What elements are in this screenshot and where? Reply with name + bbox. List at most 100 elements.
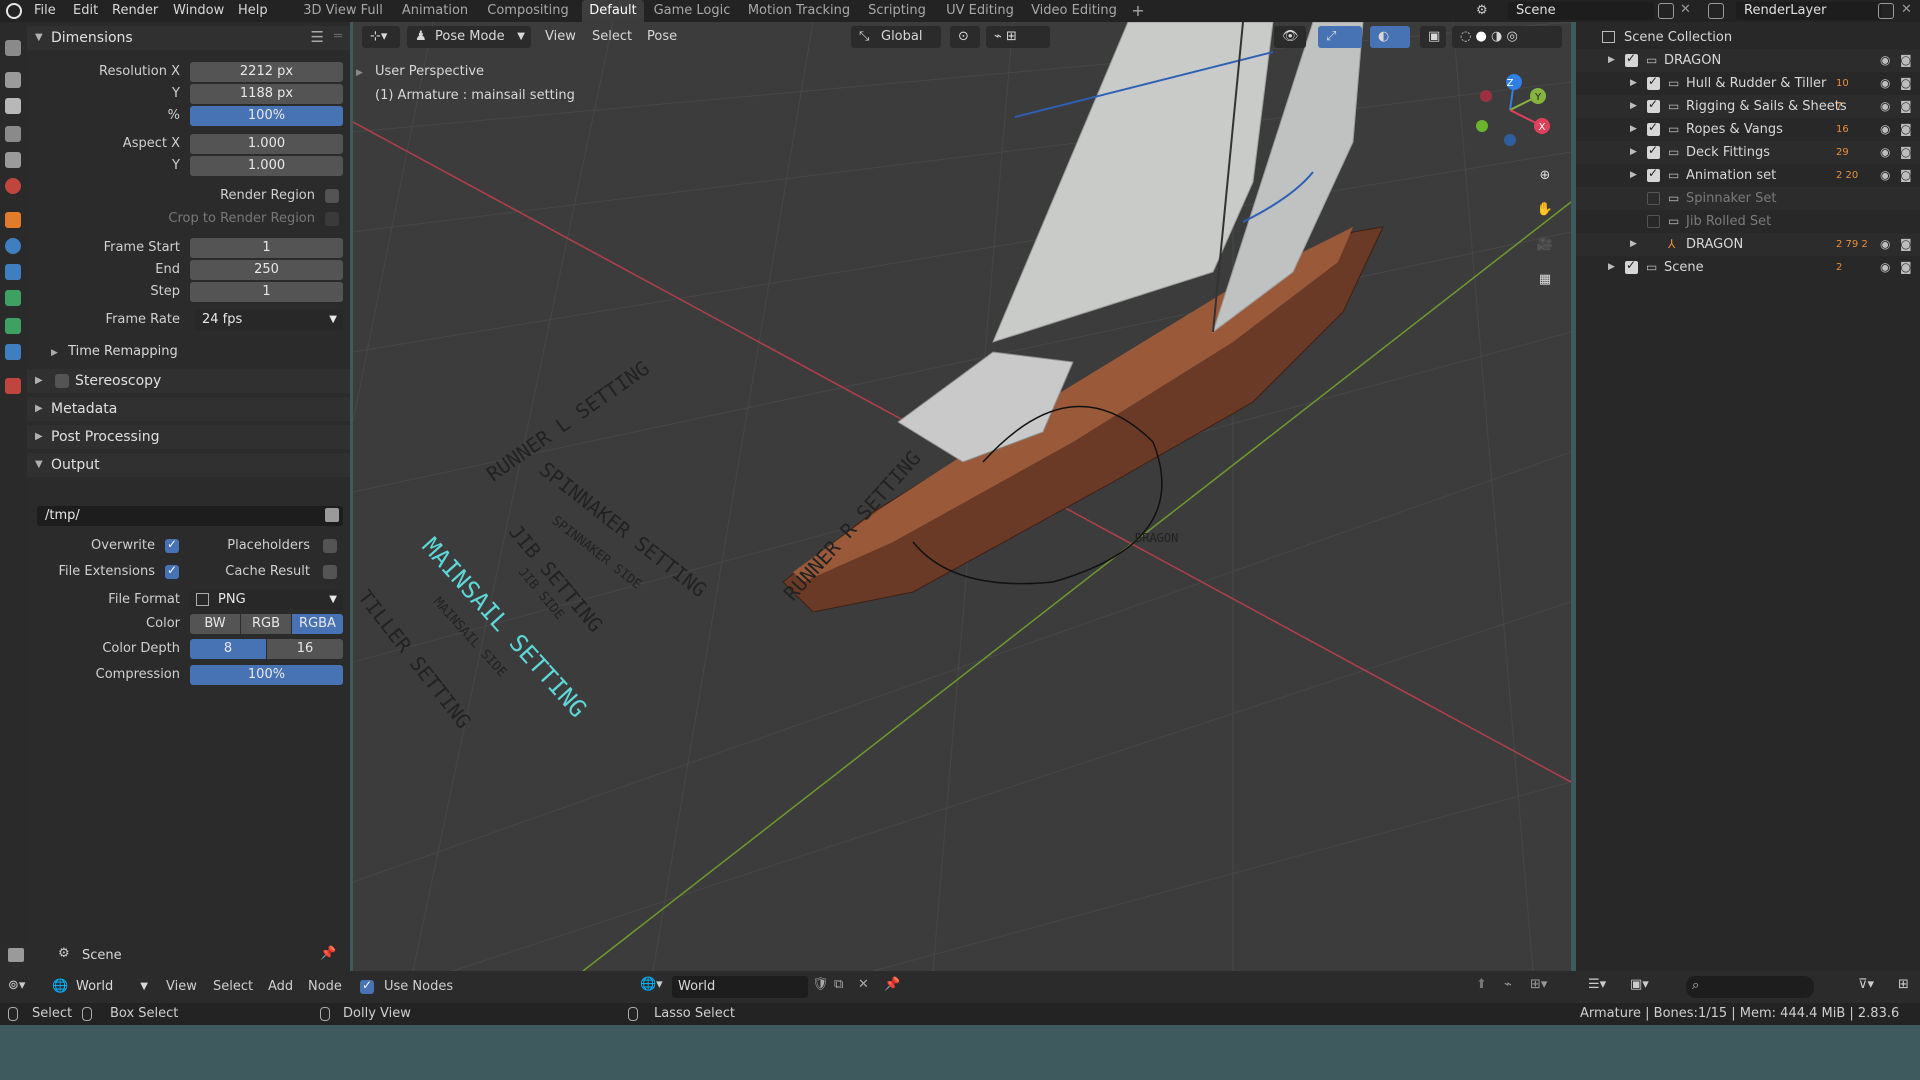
expand-icon[interactable]: ▶ <box>1630 233 1637 256</box>
render-camera-icon[interactable]: ◙ <box>1900 256 1912 279</box>
stereoscopy-header[interactable]: ▶ Stereoscopy <box>27 369 350 393</box>
render-camera-icon[interactable]: ◙ <box>1900 233 1912 256</box>
duplicate-icon[interactable]: ⧉ <box>834 977 843 992</box>
delete-scene-icon[interactable]: ✕ <box>1680 2 1691 17</box>
view-layer-icon[interactable] <box>1708 3 1724 19</box>
file-format-dropdown[interactable]: PNG ▼ <box>190 590 343 610</box>
outliner-search-input[interactable]: ⌕ <box>1686 976 1814 998</box>
xray-button[interactable]: ▣ <box>1420 26 1446 48</box>
node-menu-select[interactable]: Select <box>213 976 253 998</box>
color-depth-16-button[interactable]: 16 <box>267 639 343 659</box>
tab-scripting[interactable]: Scripting <box>862 0 932 22</box>
solid-shading-icon[interactable]: ● <box>1475 29 1486 44</box>
fake-user-icon[interactable]: 🛡 <box>812 977 829 992</box>
exclude-checkbox[interactable] <box>1647 215 1660 228</box>
presets-icon[interactable]: ☰ <box>311 28 324 46</box>
new-scene-icon[interactable] <box>1658 3 1674 19</box>
render-region-checkbox[interactable] <box>325 189 339 203</box>
armature-data-icon[interactable] <box>5 290 21 306</box>
node-menu-node[interactable]: Node <box>308 976 342 998</box>
camera-icon[interactable]: 🎥 <box>1532 232 1558 258</box>
outliner-row[interactable]: ▶ ▭ DRAGON ◉ ◙ <box>1576 49 1920 72</box>
expand-icon[interactable]: ▶ <box>1630 164 1637 187</box>
scene-selector[interactable]: Scene <box>1508 2 1654 20</box>
use-nodes-checkbox[interactable] <box>360 978 374 994</box>
exclude-checkbox[interactable] <box>1647 74 1660 90</box>
unlink-icon[interactable]: ✕ <box>858 977 869 992</box>
overlay-button[interactable]: ◐ <box>1370 26 1410 48</box>
render-camera-icon[interactable]: ◙ <box>1900 49 1912 72</box>
menu-file[interactable]: File <box>34 0 56 22</box>
tab-game-logic[interactable]: Game Logic <box>650 0 734 22</box>
tab-video-editing[interactable]: Video Editing <box>1028 0 1120 22</box>
output-icon[interactable] <box>5 98 21 114</box>
render-layer-selector[interactable]: RenderLayer <box>1736 2 1882 20</box>
eye-icon[interactable]: ◉ <box>1880 72 1890 95</box>
outliner-row[interactable]: ▶ ▭ Hull & Rudder & Tiller 10 ◉ ◙ <box>1576 72 1920 95</box>
pivot-button[interactable]: ⊙ <box>950 26 980 48</box>
tab-animation[interactable]: Animation <box>398 0 472 22</box>
pan-hand-icon[interactable]: ✋ <box>1532 197 1558 223</box>
metadata-header[interactable]: ▶ Metadata <box>27 397 350 421</box>
render-camera-icon[interactable]: ◙ <box>1900 141 1912 164</box>
outliner-row[interactable]: ▶ ▭ Rigging & Sails & Sheets7 ◉ ◙ <box>1576 95 1920 118</box>
exclude-checkbox[interactable] <box>1647 166 1660 182</box>
time-remapping-subpanel[interactable]: ▶ Time Remapping <box>51 342 178 362</box>
dimensions-header[interactable]: ▼ Dimensions ☰ ═ <box>27 26 350 50</box>
resolution-y-field[interactable]: 1188 px <box>190 84 343 104</box>
outliner-display-icon[interactable]: ☰▾ <box>1588 977 1606 992</box>
world-name-field[interactable]: World <box>672 976 808 998</box>
object-icon[interactable] <box>5 212 21 228</box>
bone-icon[interactable] <box>5 318 21 334</box>
texture-icon[interactable] <box>5 378 21 394</box>
expand-icon[interactable]: ▶ <box>1608 256 1615 279</box>
render-camera-icon[interactable]: ◙ <box>1900 164 1912 187</box>
outliner-row[interactable]: ▭ Spinnaker Set <box>1576 187 1920 210</box>
gizmo-button[interactable]: ⤢ <box>1318 26 1362 48</box>
tab-compositing[interactable]: Compositing <box>482 0 574 22</box>
outliner-row[interactable]: ▶ ▭ Ropes & Vangs 16 ◉ ◙ <box>1576 118 1920 141</box>
3d-viewport[interactable]: RUNNER L SETTING SPINNAKER SETTING SPINN… <box>353 22 1571 971</box>
file-extensions-checkbox[interactable] <box>165 563 179 579</box>
viewport-canvas[interactable]: RUNNER L SETTING SPINNAKER SETTING SPINN… <box>353 22 1571 971</box>
add-workspace-button[interactable]: + <box>1128 0 1148 22</box>
expand-toolbar-icon[interactable]: ▶ <box>356 62 363 84</box>
tool-icon[interactable] <box>5 40 21 56</box>
wireframe-shading-icon[interactable]: ◌ <box>1460 29 1471 44</box>
color-rgb-button[interactable]: RGB <box>241 614 291 634</box>
eye-icon[interactable]: ◉ <box>1880 256 1890 279</box>
bone-constraints-icon[interactable] <box>5 344 21 360</box>
tab-default[interactable]: Default <box>582 0 644 22</box>
drag-handle-icon[interactable]: ═ <box>334 29 342 44</box>
eye-icon[interactable]: ◉ <box>1880 233 1890 256</box>
exclude-checkbox[interactable] <box>1647 120 1660 136</box>
zoom-icon[interactable]: ⊕ <box>1532 163 1558 189</box>
editor-type-icon[interactable] <box>8 948 24 962</box>
scene-icon[interactable]: ⚙ <box>1476 3 1492 19</box>
outliner-row[interactable]: ▶ ⅄ DRAGON 2 79 2 ◉ ◙ <box>1576 233 1920 256</box>
tab-3d-view-full[interactable]: 3D View Full <box>298 0 388 22</box>
expand-icon[interactable]: ▶ <box>1630 95 1637 118</box>
output-header[interactable]: ▼ Output <box>27 453 350 477</box>
overwrite-checkbox[interactable] <box>165 537 179 553</box>
eye-icon[interactable]: ◉ <box>1880 49 1890 72</box>
aspect-y-field[interactable]: 1.000 <box>190 156 343 176</box>
menu-render[interactable]: Render <box>112 0 158 22</box>
frame-rate-dropdown[interactable]: 24 fps ▼ <box>194 310 343 330</box>
post-processing-header[interactable]: ▶ Post Processing <box>27 425 350 449</box>
outliner-mode-icon[interactable]: ▣▾ <box>1630 977 1649 992</box>
eye-icon[interactable]: ◉ <box>1880 141 1890 164</box>
render-camera-icon[interactable]: ◙ <box>1900 118 1912 141</box>
tab-uv-editing[interactable]: UV Editing <box>940 0 1020 22</box>
stereoscopy-checkbox[interactable] <box>55 374 69 388</box>
editor-type-icon[interactable]: ⊚▾ <box>8 978 30 994</box>
perspective-grid-icon[interactable]: ▦ <box>1532 267 1558 293</box>
resolution-x-field[interactable]: 2212 px <box>190 62 343 82</box>
render-camera-icon[interactable]: ◙ <box>1900 72 1912 95</box>
compression-slider[interactable]: 100% <box>190 665 343 685</box>
render-icon[interactable] <box>5 72 21 88</box>
outliner-row[interactable]: ▭ Jib Rolled Set <box>1576 210 1920 233</box>
node-menu-view[interactable]: View <box>166 976 197 998</box>
eye-icon[interactable]: ◉ <box>1880 164 1890 187</box>
tab-motion-tracking[interactable]: Motion Tracking <box>744 0 854 22</box>
